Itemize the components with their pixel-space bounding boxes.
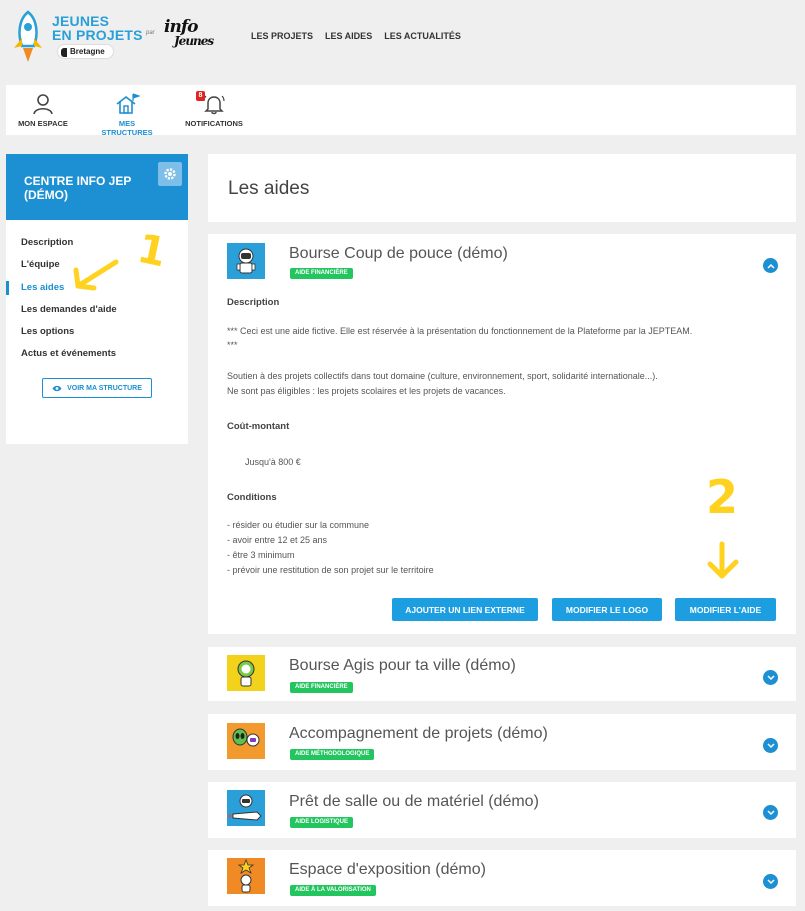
sidebar-item-actus[interactable]: Actus et événements [6,343,188,365]
edit-aid-button[interactable]: MODIFIER L'AIDE [675,598,776,621]
chevron-down-icon [766,878,775,884]
nav-les-actualites[interactable]: LES ACTUALITÉS [384,31,461,41]
rocket-icon [14,10,42,62]
aid-card[interactable]: Espace d'exposition (démo) AIDE À LA VAL… [208,850,796,906]
description-line-4: Ne sont pas éligibles : les projets scol… [227,386,506,396]
sidebar-item-options[interactable]: Les options [6,321,188,343]
aid-name[interactable]: Espace d'exposition (démo) [289,861,486,879]
settings-button[interactable] [158,162,182,186]
tool-mon-espace[interactable]: MON ESPACE [18,93,68,128]
expand-button[interactable] [763,874,778,889]
partner-line-2: Jeunes [174,34,214,48]
view-structure-label: VOIR MA STRUCTURE [67,384,142,392]
aid-name[interactable]: Prêt de salle ou de matériel (démo) [289,793,539,811]
tool-mes-structures[interactable]: MES STRUCTURES [94,93,160,137]
region-badge: Bretagne [58,45,113,58]
view-structure-button[interactable]: VOIR MA STRUCTURE [42,378,152,398]
sidebar-item-demandes-aide[interactable]: Les demandes d'aide [6,299,188,321]
chevron-down-icon [766,674,775,680]
chevron-down-icon [766,809,775,815]
add-external-link-button[interactable]: AJOUTER UN LIEN EXTERNE [392,598,538,621]
annotation-arrow-1-icon [73,259,119,291]
annotation-arrow-2-icon [707,541,739,579]
aid-name[interactable]: Bourse Coup de pouce (démo) [289,245,508,263]
edit-logo-button[interactable]: MODIFIER LE LOGO [552,598,662,621]
gear-icon [164,168,176,180]
condition-item: - résider ou étudier sur la commune [227,520,370,530]
cost-heading: Coût-montant [227,421,290,432]
par-label: par [146,30,155,36]
expand-button[interactable] [763,805,778,820]
expand-button[interactable] [763,738,778,753]
user-toolbar: MON ESPACE MES STRUCTURES 8 NOTIFICATION… [6,85,796,137]
aid-card[interactable]: Bourse Agis pour ta ville (démo) AIDE FI… [208,647,796,701]
chevron-up-icon [766,263,775,269]
cost-value: Jusqu'à 800 € [245,457,301,467]
chevron-down-icon [766,742,775,748]
bell-icon [203,95,225,115]
structure-title: CENTRE INFO JEP (DÉMO) [24,174,132,202]
structure-sidebar: CENTRE INFO JEP (DÉMO) Description L'équ… [6,154,188,444]
brand-line-2: EN PROJETS [52,27,143,43]
star-astronaut-thumbnail-icon [227,858,265,894]
brand-line-1: JEUNES [52,13,110,29]
condition-item: - prévoir une restitution de son projet … [227,565,434,575]
annotation-number-2: 2 [706,470,739,524]
aid-type-tag: AIDE LOGISTIQUE [290,817,354,828]
expand-button[interactable] [763,670,778,685]
description-heading: Description [227,297,280,308]
rocket-astronaut-thumbnail-icon [227,790,265,826]
tool-label: MON ESPACE [18,119,68,128]
condition-item: - avoir entre 12 et 25 ans [227,535,328,545]
aid-type-tag: AIDE MÉTHODOLOGIQUE [290,749,375,760]
tool-label: MES STRUCTURES [101,119,153,137]
sidebar-header: CENTRE INFO JEP (DÉMO) [6,154,188,220]
aid-card[interactable]: Accompagnement de projets (démo) AIDE MÉ… [208,714,796,770]
description-line-2: *** [227,340,238,350]
site-header: JEUNES EN PROJETS Bretagne par info Jeun… [0,0,805,74]
condition-item: - être 3 minimum [227,550,295,560]
home-flag-icon [116,93,140,114]
alien-thumbnail-icon [227,723,265,759]
aid-type-tag: AIDE FINANCIÈRE [290,682,353,693]
collapse-button[interactable] [763,258,778,273]
aid-type-tag: AIDE À LA VALORISATION [290,885,376,896]
eye-icon [52,385,62,391]
aid-card[interactable]: Prêt de salle ou de matériel (démo) AIDE… [208,782,796,838]
info-jeunes-logo[interactable]: info Jeunes [164,19,214,49]
aid-name[interactable]: Accompagnement de projets (démo) [289,725,548,743]
tool-label: NOTIFICATIONS [185,119,243,128]
page-title-card: Les aides [208,154,796,222]
conditions-heading: Conditions [227,492,277,503]
astronaut-thumbnail-icon [227,243,265,279]
notification-count-badge: 8 [196,91,205,101]
nav-les-aides[interactable]: LES AIDES [325,31,372,41]
description-line-3: Soutien à des projets collectifs dans to… [227,371,658,381]
astronaut-yellow-thumbnail-icon [227,655,265,691]
tool-notifications[interactable]: 8 NOTIFICATIONS [184,91,244,128]
page-title: Les aides [228,178,310,199]
jeunes-en-projets-logo[interactable]: JEUNES EN PROJETS Bretagne [8,8,148,64]
user-icon [33,94,53,115]
nav-les-projets[interactable]: LES PROJETS [251,31,313,41]
aid-name[interactable]: Bourse Agis pour ta ville (démo) [289,657,516,675]
aid-type-tag: AIDE FINANCIÈRE [290,268,353,279]
top-nav: LES PROJETS LES AIDES LES ACTUALITÉS [251,31,461,41]
description-line-1: *** Ceci est une aide fictive. Elle est … [227,326,693,336]
